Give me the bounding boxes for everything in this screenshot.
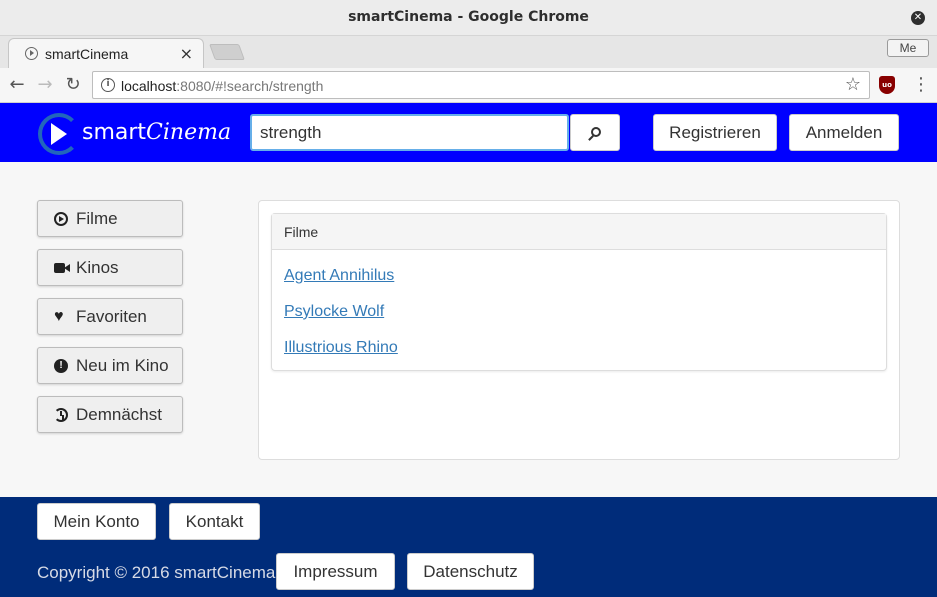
bookmark-star-icon[interactable]: ☆: [845, 74, 861, 95]
app-header: smartCinema strength Registrieren Anmeld…: [0, 103, 937, 162]
tab-strip: smartCinema × Me: [0, 36, 937, 68]
result-link[interactable]: Agent Annihilus: [284, 267, 394, 285]
logo-text: smartCinema: [82, 120, 231, 145]
reload-icon[interactable]: ↻: [62, 74, 84, 96]
result-link[interactable]: Illustrious Rhino: [284, 339, 398, 357]
info-icon[interactable]: i: [101, 78, 115, 92]
logo-prefix: smart: [82, 120, 147, 145]
browser-menu-icon[interactable]: ⋮: [912, 74, 930, 95]
result-link[interactable]: Psylocke Wolf: [284, 303, 384, 321]
privacy-button[interactable]: Datenschutz: [407, 553, 534, 590]
profile-button[interactable]: Me: [887, 39, 929, 57]
search-button[interactable]: [570, 114, 620, 151]
browser-tab[interactable]: smartCinema ×: [8, 38, 204, 68]
new-tab-button[interactable]: [209, 44, 245, 60]
copyright-text: Copyright © 2016 smartCinema: [37, 563, 276, 582]
sidebar-item-demnaechst[interactable]: Demnächst: [37, 396, 183, 433]
tab-close-icon[interactable]: ×: [180, 44, 193, 63]
sidebar-item-label: Favoriten: [76, 307, 147, 326]
url-path: :8080/#!search/strength: [176, 78, 324, 94]
sidebar-item-filme[interactable]: Filme: [37, 200, 183, 237]
sidebar-item-kinos[interactable]: Kinos: [37, 249, 183, 286]
results-heading: Filme: [272, 214, 886, 250]
browser-toolbar: ← → ↻ i localhost:8080/#!search/strength…: [0, 68, 937, 103]
imprint-button[interactable]: Impressum: [276, 553, 395, 590]
logo-suffix: Cinema: [146, 120, 232, 145]
window-titlebar: smartCinema - Google Chrome ✕: [0, 0, 937, 36]
login-button[interactable]: Anmelden: [789, 114, 899, 151]
forward-arrow-icon[interactable]: →: [34, 74, 56, 96]
sidebar-item-label: Kinos: [76, 258, 119, 277]
search-input[interactable]: strength: [250, 114, 569, 151]
ublock-extension-icon[interactable]: uo: [879, 76, 895, 94]
sidebar-item-favoriten[interactable]: ♥ Favoriten: [37, 298, 183, 335]
register-button[interactable]: Registrieren: [653, 114, 777, 151]
my-account-button[interactable]: Mein Konto: [37, 503, 156, 540]
sidebar-item-neu-im-kino[interactable]: ! Neu im Kino: [37, 347, 183, 384]
footer: Mein Konto Kontakt Copyright © 2016 smar…: [0, 497, 937, 597]
url-host: localhost: [121, 78, 177, 94]
tab-title: smartCinema: [45, 46, 129, 62]
contact-button[interactable]: Kontakt: [169, 503, 260, 540]
address-bar[interactable]: i localhost:8080/#!search/strength ☆: [92, 71, 870, 99]
sidebar-item-label: Demnächst: [76, 405, 162, 424]
logo-play-icon: [51, 123, 67, 145]
exclamation-circle-icon: !: [54, 359, 68, 373]
play-circle-icon: [54, 212, 68, 226]
url-text: localhost:8080/#!search/strength: [121, 78, 323, 94]
results-card: Filme Agent Annihilus Psylocke Wolf Illu…: [271, 213, 887, 371]
video-camera-icon: [54, 263, 70, 273]
window-title: smartCinema - Google Chrome: [348, 9, 589, 25]
sidebar-item-label: Neu im Kino: [76, 356, 169, 375]
search-icon: [591, 127, 601, 137]
heart-icon: ♥: [54, 308, 64, 325]
search-results-panel: Filme Agent Annihilus Psylocke Wolf Illu…: [258, 200, 900, 460]
window-close-icon[interactable]: ✕: [911, 11, 925, 25]
back-arrow-icon[interactable]: ←: [6, 74, 28, 96]
history-icon: [54, 408, 68, 422]
main-content: Filme Kinos ♥ Favoriten ! Neu im Kino De…: [0, 162, 937, 497]
sidebar-item-label: Filme: [76, 209, 118, 228]
tab-favicon-icon: [25, 47, 38, 60]
